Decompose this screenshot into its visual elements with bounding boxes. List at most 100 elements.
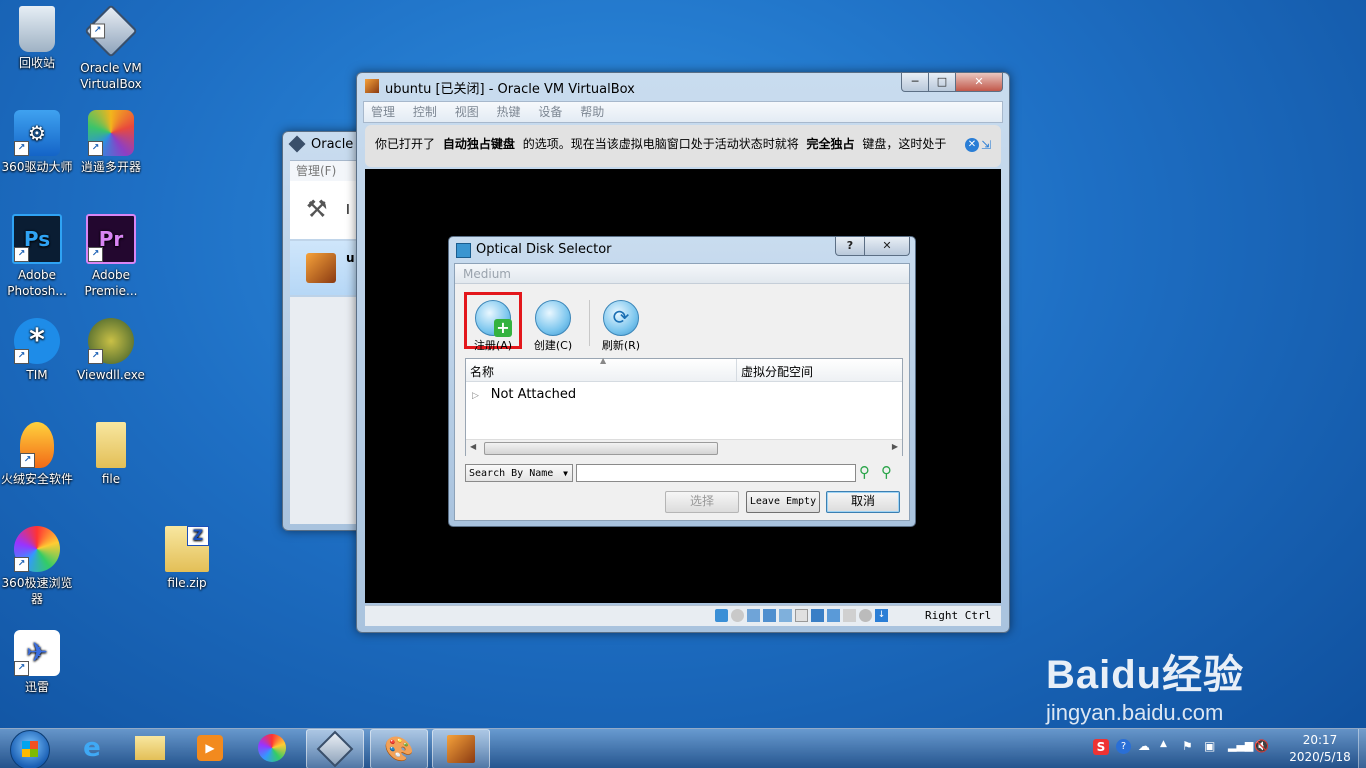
xiaoyao-icon: ↗	[88, 110, 134, 156]
desktop-icon-360-driver[interactable]: ⚙ ↗ 360驱动大师	[0, 110, 74, 175]
optical-disk-selector-dialog[interactable]: Optical Disk Selector ? ✕ Medium + 注册(A)…	[448, 236, 916, 527]
create-button[interactable]: 创建(C)	[527, 300, 579, 353]
host-key-label: Right Ctrl	[925, 609, 992, 622]
shared-folder-status-icon[interactable]	[795, 609, 808, 622]
menu-control[interactable]: 控制	[413, 102, 437, 122]
menu-manage[interactable]: 管理	[371, 102, 395, 122]
search-mode-select[interactable]: Search By Name ▼	[465, 464, 573, 482]
refresh-icon: ⟳	[603, 300, 639, 336]
sogou-input-icon[interactable]: S	[1093, 739, 1109, 755]
desktop-icon-file-zip[interactable]: Z file.zip	[150, 526, 224, 591]
taskbar-media-player[interactable]: ▶	[182, 729, 238, 767]
recording-status-icon[interactable]	[827, 609, 840, 622]
show-hidden-icons-chevron[interactable]: ▲	[1160, 739, 1167, 749]
optical-status-icon[interactable]	[731, 609, 744, 622]
taskbar-explorer[interactable]	[122, 729, 178, 767]
viewdll-icon: ↗	[88, 318, 134, 364]
volume-muted-icon[interactable]: 🔇	[1254, 739, 1269, 753]
scroll-thumb[interactable]	[484, 442, 718, 455]
scroll-right-icon[interactable]: ▶	[892, 442, 898, 451]
desktop-icon-xiaoyao[interactable]: ↗ 逍遥多开器	[74, 110, 148, 175]
taskbar-ie[interactable]: e	[64, 729, 120, 767]
horizontal-scrollbar[interactable]: ◀ ▶	[466, 439, 902, 456]
start-button[interactable]	[10, 730, 50, 768]
create-label: 创建(C)	[533, 339, 573, 352]
medium-tab[interactable]: Medium	[455, 264, 909, 284]
network-signal-icon[interactable]: ▂▄▆	[1228, 739, 1253, 752]
menu-hotkey[interactable]: 热键	[497, 102, 521, 122]
360-browser-icon	[258, 734, 286, 762]
paint-palette-icon: 🎨	[384, 735, 414, 763]
media-player-icon: ▶	[197, 735, 223, 761]
hdd-status-icon[interactable]	[715, 609, 728, 622]
taskbar-clock[interactable]: 20:17 2020/5/18	[1284, 732, 1356, 766]
dialog-help-button[interactable]: ?	[835, 237, 865, 256]
choose-button[interactable]: 选择	[665, 491, 739, 513]
show-desktop-button[interactable]	[1358, 729, 1366, 768]
desktop-icon-viewdll[interactable]: ↗ Viewdll.exe	[74, 318, 148, 383]
desktop-icon-label: file.zip	[167, 576, 207, 590]
leave-empty-button[interactable]: Leave Empty	[746, 491, 820, 513]
cancel-button[interactable]: 取消	[826, 491, 900, 513]
desktop-icon-virtualbox[interactable]: ↗ Oracle VM VirtualBox	[74, 4, 148, 92]
baidu-watermark-logo: Baidu经验	[1046, 653, 1245, 697]
search-input[interactable]	[576, 464, 856, 482]
security-tray-icon[interactable]: ▣	[1204, 739, 1215, 753]
taskbar-paint[interactable]: 🎨	[370, 729, 428, 768]
virtualbox-small-icon	[288, 135, 306, 153]
notice-hide-icon[interactable]: ⇲	[981, 137, 997, 153]
add-disk-icon: +	[475, 300, 512, 337]
desktop-icon-label: TIM	[26, 368, 48, 382]
recycle-bin-icon	[19, 6, 55, 52]
desktop-icon-xunlei[interactable]: ✈ ↗ 迅雷	[0, 630, 74, 695]
usb-status-icon[interactable]	[779, 609, 792, 622]
tree-row-not-attached[interactable]: ▷ Not Attached	[472, 385, 576, 403]
minimize-button[interactable]: ─	[901, 73, 929, 92]
taskbar-ubuntu-vm[interactable]	[432, 729, 490, 768]
cpu-status-icon[interactable]	[843, 609, 856, 622]
menu-devices[interactable]: 设备	[538, 102, 562, 122]
desktop-icon-360-browser[interactable]: ↗ 360极速浏览器	[0, 526, 74, 607]
desktop-icon-tim[interactable]: * ↗ TIM	[0, 318, 74, 383]
audio-status-icon[interactable]	[747, 609, 760, 622]
menu-help[interactable]: 帮助	[580, 102, 604, 122]
desktop-icon-label: Adobe Premie...	[84, 268, 138, 298]
search-next-icon[interactable]: ⚲	[881, 463, 899, 481]
vm-status-bar: ↓ Right Ctrl	[365, 605, 1001, 626]
desktop-icon-huorong[interactable]: ↗ 火绒安全软件	[0, 422, 74, 487]
column-virtual-size[interactable]: 虚拟分配空间	[741, 363, 813, 380]
register-button[interactable]: + 注册(A)	[467, 300, 519, 353]
taskbar-virtualbox[interactable]	[306, 729, 364, 768]
menu-view[interactable]: 视图	[455, 102, 479, 122]
search-previous-icon[interactable]: ⚲	[859, 463, 877, 481]
maximize-button[interactable]: □	[928, 73, 956, 92]
action-center-flag-icon[interactable]: ⚑	[1182, 739, 1193, 753]
menu-manage[interactable]: 管理(F)	[296, 164, 336, 178]
premiere-icon: Pr ↗	[86, 214, 136, 264]
keyboard-capture-notice: 你已打开了 自动独占键盘 的选项。现在当该虚拟电脑窗口处于活动状态时就将 完全独…	[365, 125, 1001, 167]
display-status-icon[interactable]	[811, 609, 824, 622]
notice-bold-2: 完全独占	[806, 137, 855, 151]
expand-arrow-icon[interactable]: ▷	[472, 391, 479, 401]
vm-menubar: 管理 控制 视图 热键 设备 帮助	[363, 101, 1003, 123]
disk-tree[interactable]: ▲ 名称 虚拟分配空间 ▷ Not Attached ◀ ▶	[465, 356, 903, 456]
network-status-icon[interactable]	[763, 609, 776, 622]
refresh-label: 刷新(R)	[601, 339, 641, 352]
scroll-left-icon[interactable]: ◀	[470, 442, 476, 451]
mouse-status-icon[interactable]	[859, 609, 872, 622]
help-tray-icon[interactable]: ?	[1116, 739, 1131, 754]
ie-icon: e	[83, 733, 101, 763]
desktop-icon-file-folder[interactable]: file	[74, 422, 148, 487]
close-button[interactable]: ✕	[955, 73, 1003, 92]
desktop-icon-recycle-bin[interactable]: 回收站	[0, 6, 74, 71]
refresh-button[interactable]: ⟳ 刷新(R)	[595, 300, 647, 353]
dialog-close-button[interactable]: ✕	[864, 237, 910, 256]
column-divider	[736, 359, 737, 381]
taskbar-360-browser[interactable]	[244, 729, 300, 767]
column-name[interactable]: 名称	[470, 363, 494, 380]
desktop-icon-photoshop[interactable]: Ps ↗ Adobe Photosh...	[0, 214, 74, 299]
desktop-icon-premiere[interactable]: Pr ↗ Adobe Premie...	[74, 214, 148, 299]
cloud-tray-icon[interactable]: ☁	[1138, 739, 1150, 753]
notice-close-icon[interactable]: ✕	[965, 138, 979, 152]
folder-icon	[135, 736, 165, 760]
